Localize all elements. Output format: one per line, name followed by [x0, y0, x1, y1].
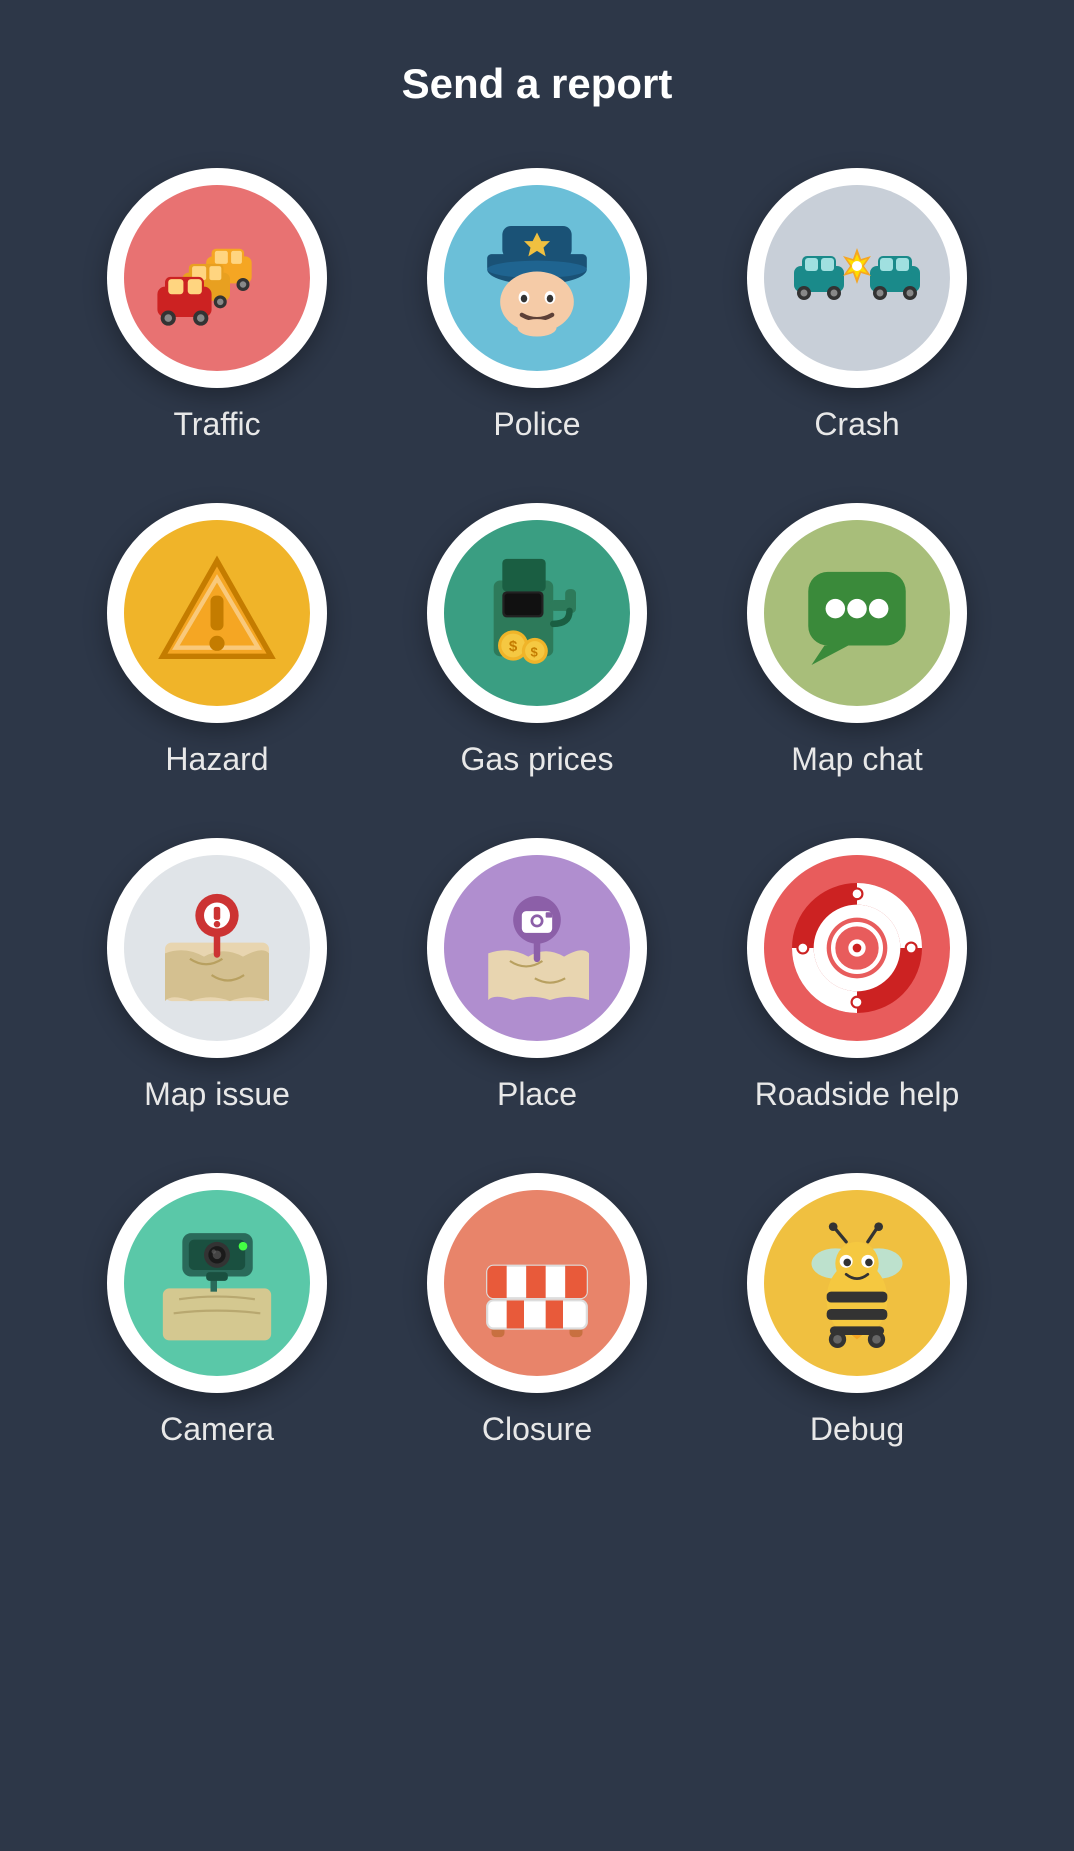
crash-item[interactable]: Crash [727, 168, 987, 443]
debug-item[interactable]: Debug [727, 1173, 987, 1448]
gas-item[interactable]: $ $ Gas prices [407, 503, 667, 778]
police-button[interactable] [427, 168, 647, 388]
traffic-item[interactable]: Traffic [87, 168, 347, 443]
crash-icon-bg [764, 185, 950, 371]
camera-label: Camera [160, 1411, 274, 1448]
svg-text:$: $ [509, 638, 518, 655]
mapchat-item[interactable]: Map chat [727, 503, 987, 778]
crash-label: Crash [814, 406, 899, 443]
mapissue-label: Map issue [144, 1076, 290, 1113]
place-icon-bg [444, 855, 630, 1041]
debug-icon [792, 1218, 922, 1348]
closure-item[interactable]: Closure [407, 1173, 667, 1448]
gas-button[interactable]: $ $ [427, 503, 647, 723]
roadside-icon-bg [764, 855, 950, 1041]
gas-label: Gas prices [461, 741, 614, 778]
debug-label: Debug [810, 1411, 904, 1448]
mapchat-button[interactable] [747, 503, 967, 723]
traffic-icon-bg [124, 185, 310, 371]
camera-button[interactable] [107, 1173, 327, 1393]
traffic-icon [152, 213, 282, 343]
roadside-item[interactable]: Roadside help [727, 838, 987, 1113]
closure-icon [472, 1218, 602, 1348]
debug-icon-bg [764, 1190, 950, 1376]
camera-icon-bg [124, 1190, 310, 1376]
place-button[interactable] [427, 838, 647, 1058]
page-title: Send a report [402, 60, 673, 108]
camera-icon [152, 1218, 282, 1348]
police-label: Police [493, 406, 580, 443]
place-item[interactable]: Place [407, 838, 667, 1113]
closure-icon-bg [444, 1190, 630, 1376]
hazard-item[interactable]: Hazard [87, 503, 347, 778]
roadside-label: Roadside help [755, 1076, 960, 1113]
crash-button[interactable] [747, 168, 967, 388]
police-icon [472, 213, 602, 343]
hazard-icon [152, 548, 282, 678]
closure-label: Closure [482, 1411, 592, 1448]
mapchat-icon [792, 548, 922, 678]
mapissue-button[interactable] [107, 838, 327, 1058]
roadside-button[interactable] [747, 838, 967, 1058]
crash-icon [792, 213, 922, 343]
roadside-icon [792, 883, 922, 1013]
hazard-icon-bg [124, 520, 310, 706]
closure-button[interactable] [427, 1173, 647, 1393]
hazard-button[interactable] [107, 503, 327, 723]
gas-icon-bg: $ $ [444, 520, 630, 706]
mapissue-icon-bg [124, 855, 310, 1041]
traffic-label: Traffic [173, 406, 260, 443]
police-icon-bg [444, 185, 630, 371]
police-item[interactable]: Police [407, 168, 667, 443]
place-label: Place [497, 1076, 577, 1113]
gas-icon: $ $ [472, 548, 602, 678]
place-icon [472, 883, 602, 1013]
mapissue-icon [152, 883, 282, 1013]
svg-text:$: $ [531, 644, 539, 659]
hazard-label: Hazard [165, 741, 268, 778]
camera-item[interactable]: Camera [87, 1173, 347, 1448]
mapchat-label: Map chat [791, 741, 923, 778]
debug-button[interactable] [747, 1173, 967, 1393]
traffic-button[interactable] [107, 168, 327, 388]
mapchat-icon-bg [764, 520, 950, 706]
report-grid: Traffic [87, 168, 987, 1448]
mapissue-item[interactable]: Map issue [87, 838, 347, 1113]
